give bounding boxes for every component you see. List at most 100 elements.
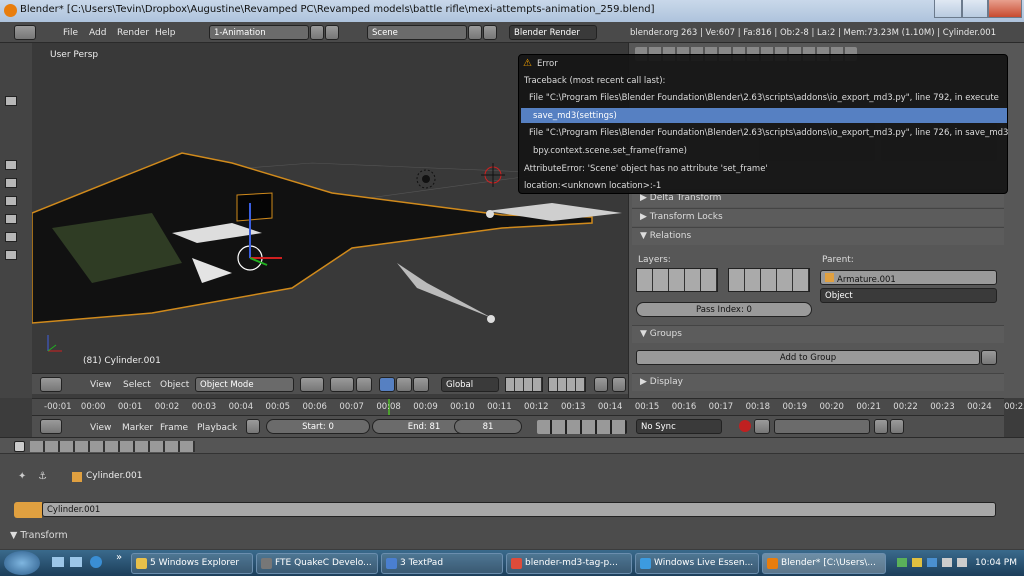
keying-set-field[interactable] xyxy=(774,419,870,434)
menu-file[interactable]: File xyxy=(63,28,78,38)
ie-icon[interactable] xyxy=(90,556,102,568)
manipulator-toggle-icon[interactable] xyxy=(356,377,372,392)
shelf-tool-icon[interactable] xyxy=(5,178,17,188)
layer-buttons[interactable] xyxy=(505,377,543,392)
menu-playback[interactable]: Playback xyxy=(197,423,237,433)
taskbar-item-chrome[interactable]: blender-md3-tag-p... xyxy=(506,553,632,574)
rotate-manipulator-icon[interactable] xyxy=(396,377,412,392)
armature-icon xyxy=(825,273,834,282)
menu-view[interactable]: View xyxy=(90,380,111,390)
playback-controls[interactable] xyxy=(537,420,627,434)
taskbar-item-fteqcc[interactable]: FTE QuakeC Develo... xyxy=(256,553,378,574)
taskbar-item-textpad[interactable]: 3 TextPad xyxy=(381,553,503,574)
timeline-tick-label: 00:02 xyxy=(154,402,180,412)
shelf-tool-icon[interactable] xyxy=(5,214,17,224)
pivot-point-icon[interactable] xyxy=(330,377,354,392)
rifle-model xyxy=(32,152,593,324)
object-name-field[interactable]: Cylinder.001 xyxy=(42,502,996,517)
add-scene-button[interactable] xyxy=(468,25,482,40)
axis-widget xyxy=(47,335,62,352)
timeline-tick-label: 00:01 xyxy=(117,402,143,412)
network-icon[interactable] xyxy=(942,558,952,567)
editor-type-icon[interactable] xyxy=(40,377,62,392)
lock-camera-icon[interactable] xyxy=(594,377,608,392)
panel-relations[interactable]: ▼ Relations xyxy=(632,227,1004,245)
screen-layout-field[interactable]: 1-Animation xyxy=(209,25,309,40)
object-icon xyxy=(72,472,82,482)
pass-index-field[interactable]: Pass Index: 0 xyxy=(636,302,812,317)
menu-add[interactable]: Add xyxy=(89,28,106,38)
add-screen-button[interactable] xyxy=(310,25,324,40)
start-button[interactable] xyxy=(4,551,40,575)
clock[interactable]: 10:04 PM xyxy=(975,558,1017,568)
keying-icon[interactable] xyxy=(754,419,770,434)
shelf-tool-icon[interactable] xyxy=(5,232,17,242)
tray-icon[interactable] xyxy=(897,558,907,567)
menu-view[interactable]: View xyxy=(90,423,111,433)
editor-type-icon[interactable] xyxy=(40,419,62,434)
more-quick-launch-icon[interactable]: » xyxy=(116,552,122,563)
panel-transform[interactable]: ▼ Transform xyxy=(10,530,68,541)
editor-type-icon[interactable] xyxy=(14,25,36,40)
remove-screen-button[interactable] xyxy=(325,25,339,40)
panel-transform-locks[interactable]: ▶ Transform Locks xyxy=(632,208,1004,226)
mode-select[interactable]: Object Mode xyxy=(195,377,294,392)
error-line-selected[interactable]: save_md3(settings) xyxy=(521,108,1007,123)
panel-groups[interactable]: ▼ Groups xyxy=(632,325,1004,343)
taskbar-item-live-essentials[interactable]: Windows Live Essen... xyxy=(635,553,759,574)
preview-range-icon[interactable] xyxy=(246,419,260,434)
record-button[interactable] xyxy=(739,420,751,432)
timeline-ruler[interactable]: -00:01 00:00 00:01 00:02 00:03 00:04 00:05 00:0… xyxy=(32,398,1024,416)
close-button[interactable] xyxy=(988,0,1022,18)
shelf-tool-icon[interactable] xyxy=(5,250,17,260)
taskbar-item-blender[interactable]: Blender* [C:\Users\... xyxy=(762,553,886,574)
add-to-group-button[interactable]: Add to Group xyxy=(636,350,980,365)
parent-field[interactable]: Armature.001 xyxy=(820,270,997,285)
panel-display[interactable]: ▶ Display xyxy=(632,373,1004,391)
timeline-tick-label: 00:13 xyxy=(560,402,586,412)
delete-keyframe-icon[interactable] xyxy=(890,419,904,434)
menu-select[interactable]: Select xyxy=(123,380,151,390)
viewport-header: View Select Object Object Mode Global xyxy=(32,373,628,394)
parent-type-select[interactable]: Object xyxy=(820,288,997,303)
maximize-button[interactable] xyxy=(962,0,988,18)
remove-scene-button[interactable] xyxy=(483,25,497,40)
tray-icon[interactable] xyxy=(912,558,922,567)
menu-frame[interactable]: Frame xyxy=(160,423,188,433)
layer-buttons[interactable] xyxy=(548,377,586,392)
switch-windows-icon[interactable] xyxy=(70,557,82,567)
pin-icon[interactable]: ✦ xyxy=(18,471,26,482)
textpad-icon xyxy=(386,558,397,569)
context-tabs[interactable] xyxy=(30,441,195,452)
start-frame-field[interactable]: Start: 0 xyxy=(266,419,370,434)
scene-field[interactable]: Scene xyxy=(367,25,467,40)
menu-object[interactable]: Object xyxy=(160,380,189,390)
transform-orientation-select[interactable]: Global xyxy=(441,377,499,392)
menu-render[interactable]: Render xyxy=(117,28,149,38)
object-layers-grid[interactable] xyxy=(636,268,718,292)
current-frame-field[interactable]: 81 xyxy=(454,419,522,434)
scale-manipulator-icon[interactable] xyxy=(413,377,429,392)
shelf-tool-icon[interactable] xyxy=(5,196,17,206)
volume-icon[interactable] xyxy=(957,558,967,567)
sync-mode-select[interactable]: No Sync xyxy=(636,419,722,434)
timeline-tick-label: 00:23 xyxy=(930,402,955,412)
shelf-tool-icon[interactable] xyxy=(5,96,17,106)
editor-type-icon[interactable] xyxy=(14,441,25,452)
viewport-shading-icon[interactable] xyxy=(300,377,324,392)
render-engine-select[interactable]: Blender Render xyxy=(509,25,597,40)
add-group-plus-icon[interactable] xyxy=(981,350,997,365)
menu-help[interactable]: Help xyxy=(155,28,176,38)
3d-cursor-icon xyxy=(481,163,505,187)
render-preview-icon[interactable] xyxy=(612,377,626,392)
object-layers-grid[interactable] xyxy=(728,268,810,292)
insert-keyframe-icon[interactable] xyxy=(874,419,888,434)
menu-marker[interactable]: Marker xyxy=(122,423,153,433)
error-line: AttributeError: 'Scene' object has no at… xyxy=(524,164,768,174)
translate-manipulator-icon[interactable] xyxy=(379,377,395,392)
tray-icon[interactable] xyxy=(927,558,937,567)
minimize-button[interactable] xyxy=(934,0,962,18)
shelf-tool-icon[interactable] xyxy=(5,160,17,170)
show-desktop-icon[interactable] xyxy=(52,557,64,567)
taskbar-item-explorer[interactable]: 5 Windows Explorer xyxy=(131,553,253,574)
